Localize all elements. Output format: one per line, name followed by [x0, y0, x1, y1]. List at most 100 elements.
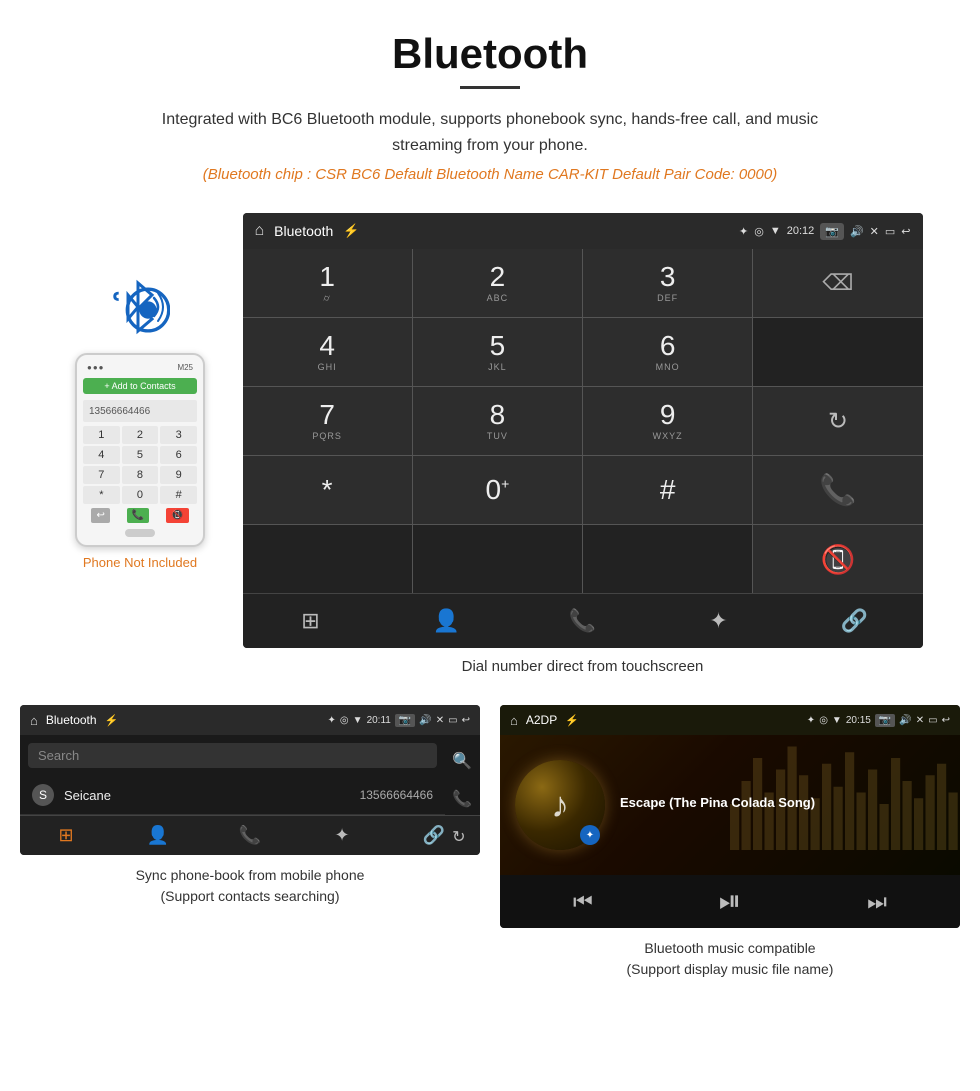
- call-button[interactable]: 📞: [753, 456, 922, 524]
- phone-key-star[interactable]: *: [83, 486, 120, 504]
- pb-title: Bluetooth: [46, 713, 97, 727]
- dial-key-6[interactable]: 6 MNO: [583, 318, 752, 386]
- phone-key-5[interactable]: 5: [122, 446, 159, 464]
- phonebook-body: Search S Seicane 13566664466 🔍 📞 ↻: [20, 743, 480, 815]
- music-signal-icon: ▼: [832, 715, 842, 726]
- dial-key-1[interactable]: 1 ⌭: [243, 249, 412, 317]
- song-title: Escape (The Pina Colada Song): [620, 795, 945, 810]
- pb-time: 20:11: [367, 715, 391, 726]
- dial-key-2[interactable]: 2 ABC: [413, 249, 582, 317]
- pb-refresh-side-icon[interactable]: ↻: [452, 827, 472, 847]
- nav-contacts-icon[interactable]: 👤: [379, 602, 515, 640]
- dial-key-0[interactable]: 0+: [413, 456, 582, 524]
- bottom-section: ⌂ Bluetooth ⚡ ✦ ◎ ▼ 20:11 📷 🔊 ✕ ▭ ↩: [0, 705, 980, 1000]
- hangup-button[interactable]: 📵: [753, 525, 922, 593]
- pb-nav-bt[interactable]: ✦: [296, 821, 388, 850]
- window-icon[interactable]: ▭: [885, 225, 895, 238]
- music-camera-icon[interactable]: 📷: [875, 714, 895, 727]
- dial-key-hash[interactable]: #: [583, 456, 752, 524]
- phone-key-7[interactable]: 7: [83, 466, 120, 484]
- music-body: ♪ ✦ Escape (The Pina Colada Song): [500, 735, 960, 875]
- pb-status-left: ⌂ Bluetooth ⚡: [30, 713, 118, 728]
- description: Integrated with BC6 Bluetooth module, su…: [140, 107, 840, 158]
- search-placeholder: Search: [38, 748, 79, 763]
- pb-vol-icon[interactable]: 🔊: [419, 715, 431, 726]
- pb-home-icon[interactable]: ⌂: [30, 713, 38, 728]
- dial-key-8[interactable]: 8 TUV: [413, 387, 582, 455]
- music-note-icon: ♪: [551, 784, 569, 826]
- pb-nav-contacts[interactable]: 👤: [112, 821, 204, 850]
- music-caption-line1: Bluetooth music compatible: [644, 940, 815, 956]
- pb-close-icon[interactable]: ✕: [436, 715, 444, 726]
- back-icon[interactable]: ↩: [901, 225, 910, 238]
- contact-name: Seicane: [64, 788, 360, 803]
- music-status-bar: ⌂ A2DP ⚡ ✦ ◎ ▼ 20:15 📷 🔊 ✕ ▭ ↩: [500, 705, 960, 735]
- nav-grid-icon[interactable]: ⊞: [243, 602, 379, 640]
- main-content: ʿ⦿ ●●● M25 + Add to Contacts 13566664466…: [0, 213, 980, 695]
- status-time: 20:12: [787, 225, 815, 237]
- phone-key-3[interactable]: 3: [160, 426, 197, 444]
- bluetooth-icon: ʿ⦿: [110, 273, 170, 353]
- title-underline: [460, 86, 520, 89]
- dial-key-7[interactable]: 7 PQRS: [243, 387, 412, 455]
- dialpad-grid: 1 ⌭ 2 ABC 3 DEF ⌫ 4 GHI 5: [243, 249, 923, 593]
- search-bar[interactable]: Search: [28, 743, 437, 768]
- dial-key-3[interactable]: 3 DEF: [583, 249, 752, 317]
- dial-key-5[interactable]: 5 JKL: [413, 318, 582, 386]
- dial-key-9[interactable]: 9 WXYZ: [583, 387, 752, 455]
- music-vol-icon[interactable]: 🔊: [899, 715, 911, 726]
- phonebook-card: ⌂ Bluetooth ⚡ ✦ ◎ ▼ 20:11 📷 🔊 ✕ ▭ ↩: [20, 705, 480, 980]
- pb-nav-phone[interactable]: 📞: [204, 821, 296, 850]
- pb-phone-side-icon[interactable]: 📞: [452, 789, 472, 809]
- phonebook-status-bar: ⌂ Bluetooth ⚡ ✦ ◎ ▼ 20:11 📷 🔊 ✕ ▭ ↩: [20, 705, 480, 735]
- car-screen-container: ⌂ Bluetooth ⚡ ✦ ◎ ▼ 20:12 📷 🔊 ✕ ▭ ↩: [243, 213, 923, 695]
- dial-key-4[interactable]: 4 GHI: [243, 318, 412, 386]
- music-card: ⌂ A2DP ⚡ ✦ ◎ ▼ 20:15 📷 🔊 ✕ ▭ ↩: [500, 705, 960, 980]
- phone-call-btn[interactable]: 📞: [127, 508, 149, 523]
- phone-signal-dots: ●●●: [87, 363, 105, 372]
- phone-key-1[interactable]: 1: [83, 426, 120, 444]
- bt-status-icon: ✦: [739, 225, 748, 238]
- backspace-key[interactable]: ⌫: [753, 249, 922, 317]
- music-home-icon[interactable]: ⌂: [510, 713, 518, 728]
- phone-key-9[interactable]: 9: [160, 466, 197, 484]
- next-button[interactable]: ⏭: [867, 889, 887, 915]
- phone-home-button[interactable]: [125, 529, 155, 537]
- camera-icon[interactable]: 📷: [820, 223, 844, 240]
- music-close-icon[interactable]: ✕: [916, 715, 924, 726]
- music-win-icon[interactable]: ▭: [928, 715, 937, 726]
- dialpad-status-bar: ⌂ Bluetooth ⚡ ✦ ◎ ▼ 20:12 📷 🔊 ✕ ▭ ↩: [243, 213, 923, 249]
- music-back-icon[interactable]: ↩: [942, 715, 950, 726]
- play-pause-button[interactable]: ⏯: [719, 885, 741, 918]
- status-right: ✦ ◎ ▼ 20:12 📷 🔊 ✕ ▭ ↩: [739, 223, 911, 240]
- phone-key-hash[interactable]: #: [160, 486, 197, 504]
- home-icon[interactable]: ⌂: [255, 222, 265, 240]
- pb-camera-icon[interactable]: 📷: [395, 714, 415, 727]
- contact-row[interactable]: S Seicane 13566664466: [20, 776, 445, 815]
- phone-key-0[interactable]: 0: [122, 486, 159, 504]
- phonebook-caption-line2: (Support contacts searching): [161, 888, 340, 904]
- pb-back-icon[interactable]: ↩: [462, 715, 470, 726]
- car-screen-dialpad: ⌂ Bluetooth ⚡ ✦ ◎ ▼ 20:12 📷 🔊 ✕ ▭ ↩: [243, 213, 923, 648]
- nav-link-icon[interactable]: 🔗: [787, 602, 923, 640]
- phone-key-4[interactable]: 4: [83, 446, 120, 464]
- volume-icon[interactable]: 🔊: [850, 225, 864, 238]
- dial-caption: Dial number direct from touchscreen: [243, 648, 923, 695]
- reload-key[interactable]: ↻: [753, 387, 922, 455]
- close-icon[interactable]: ✕: [870, 225, 879, 238]
- nav-bluetooth-icon[interactable]: ✦: [651, 602, 787, 640]
- dial-key-star[interactable]: *: [243, 456, 412, 524]
- pb-win-icon[interactable]: ▭: [448, 715, 457, 726]
- music-visualizer: [730, 735, 960, 850]
- pb-search-side-icon[interactable]: 🔍: [452, 751, 472, 771]
- phone-key-6[interactable]: 6: [160, 446, 197, 464]
- pb-nav-grid[interactable]: ⊞: [20, 821, 112, 850]
- prev-button[interactable]: ⏮: [573, 889, 593, 915]
- nav-phone-icon[interactable]: 📞: [515, 602, 651, 640]
- phone-key-2[interactable]: 2: [122, 426, 159, 444]
- phone-status: M25: [177, 363, 193, 372]
- phone-hangup-btn[interactable]: 📵: [166, 508, 188, 523]
- phone-end-btn[interactable]: ↩: [91, 508, 109, 523]
- phone-key-8[interactable]: 8: [122, 466, 159, 484]
- music-caption-line2: (Support display music file name): [627, 961, 834, 977]
